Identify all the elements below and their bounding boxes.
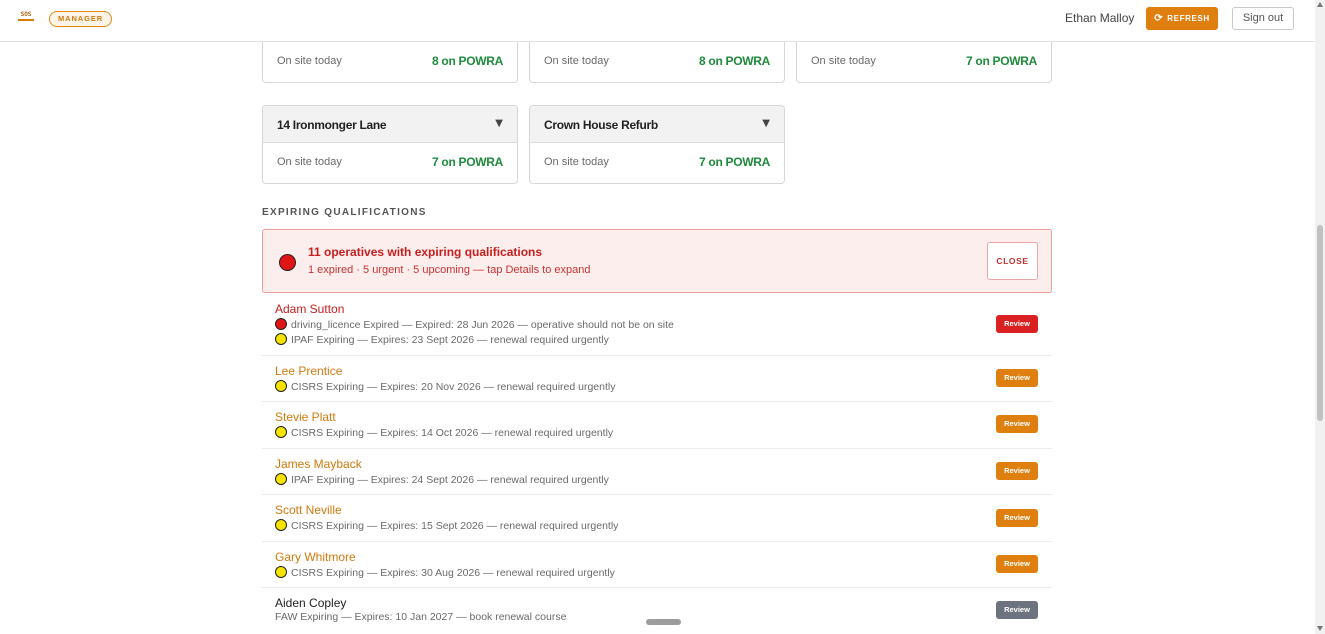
review-button[interactable]: Review <box>996 509 1038 527</box>
alert-subtitle: 1 expired · 5 urgent · 5 upcoming — tap … <box>308 264 591 276</box>
company-logo[interactable]: SOS <box>18 11 34 21</box>
scroll-down-arrow-icon[interactable] <box>1317 626 1323 631</box>
site-card-14-ironmonger-lane[interactable]: 14 Ironmonger Lane ▼ On site today 7 on … <box>262 105 518 184</box>
role-badge: MANAGER <box>49 11 113 27</box>
qualification-text: FAW Expiring — Expires: 10 Jan 2027 — bo… <box>275 611 567 623</box>
expiring-status-icon <box>275 519 287 531</box>
on-site-label: On site today <box>811 55 876 67</box>
qualification-line: IPAF Expiring — Expires: 24 Sept 2026 — … <box>275 473 609 486</box>
expiring-status-icon <box>275 566 287 578</box>
qualification-line: CISRS Expiring — Expires: 14 Oct 2026 — … <box>275 426 613 439</box>
qualification-line: driving_licence Expired — Expired: 28 Ju… <box>275 318 674 331</box>
refresh-icon: ⟳ <box>1154 13 1164 24</box>
top-bar: SOS MANAGER Ethan Malloy ⟳ REFRESH Sign o… <box>0 0 1315 42</box>
site-card-header[interactable]: 14 Ironmonger Lane ▼ <box>263 106 517 143</box>
qualification-text: IPAF Expiring — Expires: 23 Sept 2026 — … <box>291 334 609 346</box>
operative-row: Scott Neville CISRS Expiring — Expires: … <box>262 495 1052 542</box>
qualification-text: CISRS Expiring — Expires: 30 Aug 2026 — … <box>291 567 615 579</box>
expiring-status-icon <box>275 333 287 345</box>
operative-name[interactable]: Lee Prentice <box>275 364 342 378</box>
operative-name[interactable]: Stevie Platt <box>275 410 336 424</box>
powra-count: 8 on POWRA <box>699 54 770 68</box>
site-card-body: On site today 7 on POWRA <box>797 42 1051 82</box>
scrollbar-thumb[interactable] <box>1317 225 1323 421</box>
qualification-text: CISRS Expiring — Expires: 14 Oct 2026 — … <box>291 427 614 439</box>
expired-status-icon <box>279 254 296 271</box>
qualification-line: FAW Expiring — Expires: 10 Jan 2027 — bo… <box>275 611 566 623</box>
operative-name[interactable]: Aiden Copley <box>275 596 346 610</box>
site-card-title: 14 Ironmonger Lane <box>277 118 387 132</box>
refresh-button[interactable]: ⟳ REFRESH <box>1146 7 1218 30</box>
section-title-expiring-qualifications: EXPIRING QUALIFICATIONS <box>262 207 427 218</box>
page-scrollbar[interactable] <box>1315 0 1325 634</box>
operative-name[interactable]: Gary Whitmore <box>275 550 356 564</box>
powra-count: 7 on POWRA <box>966 54 1037 68</box>
operative-list: Adam Sutton driving_licence Expired — Ex… <box>262 295 1052 634</box>
expiring-status-icon <box>275 473 287 485</box>
review-button[interactable]: Review <box>996 601 1038 619</box>
on-site-label: On site today <box>277 55 342 67</box>
expand-caret-icon[interactable]: ▼ <box>495 118 503 129</box>
scroll-indicator-pill[interactable] <box>646 619 681 625</box>
expiring-alert-banner[interactable]: 11 operatives with expiring qualificatio… <box>262 229 1052 293</box>
logo-text: SOS <box>20 11 32 18</box>
operative-name[interactable]: James Mayback <box>275 457 362 471</box>
operative-name[interactable]: Scott Neville <box>275 503 342 517</box>
review-button[interactable]: Review <box>996 462 1038 480</box>
qualification-line: CISRS Expiring — Expires: 20 Nov 2026 — … <box>275 380 616 393</box>
qualification-text: driving_licence Expired — Expired: 28 Ju… <box>291 319 674 331</box>
expiring-status-icon <box>275 380 287 392</box>
logo-bar <box>18 19 34 21</box>
qualification-text: CISRS Expiring — Expires: 20 Nov 2026 — … <box>291 381 616 393</box>
review-button[interactable]: Review <box>996 415 1038 433</box>
expired-status-icon <box>275 318 287 330</box>
on-site-label: On site today <box>277 156 342 168</box>
review-button[interactable]: Review <box>996 315 1038 333</box>
expand-caret-icon[interactable]: ▼ <box>762 118 770 129</box>
on-site-label: On site today <box>544 55 609 67</box>
on-site-label: On site today <box>544 156 609 168</box>
qualification-line: CISRS Expiring — Expires: 30 Aug 2026 — … <box>275 566 615 579</box>
site-card-title: Crown House Refurb <box>544 118 658 132</box>
operative-row: James Mayback IPAF Expiring — Expires: 2… <box>262 449 1052 495</box>
powra-count: 8 on POWRA <box>432 54 503 68</box>
operative-name[interactable]: Adam Sutton <box>275 302 344 316</box>
alert-title: 11 operatives with expiring qualificatio… <box>308 245 543 259</box>
powra-count: 7 on POWRA <box>432 155 503 169</box>
operative-row: Adam Sutton driving_licence Expired — Ex… <box>262 295 1052 356</box>
qualification-text: CISRS Expiring — Expires: 15 Sept 2026 —… <box>291 520 619 532</box>
expiring-status-icon <box>275 426 287 438</box>
operative-row: Lee Prentice CISRS Expiring — Expires: 2… <box>262 356 1052 402</box>
scroll-up-arrow-icon[interactable] <box>1317 2 1323 7</box>
site-card-body: On site today 7 on POWRA <box>530 143 784 183</box>
user-name: Ethan Malloy <box>1065 11 1135 25</box>
site-card-crown-house-refurb[interactable]: Crown House Refurb ▼ On site today 7 on … <box>529 105 785 184</box>
sign-out-button[interactable]: Sign out <box>1232 7 1294 30</box>
qualification-line: IPAF Expiring — Expires: 23 Sept 2026 — … <box>275 333 609 346</box>
close-button[interactable]: CLOSE <box>987 242 1038 280</box>
operative-row: Stevie Platt CISRS Expiring — Expires: 1… <box>262 402 1052 449</box>
site-card-body: On site today 7 on POWRA <box>263 143 517 183</box>
operative-row: Aiden Copley FAW Expiring — Expires: 10 … <box>262 588 1052 634</box>
site-card-header[interactable]: Crown House Refurb ▼ <box>530 106 784 143</box>
qualification-line: CISRS Expiring — Expires: 15 Sept 2026 —… <box>275 519 618 532</box>
operative-row: Gary Whitmore CISRS Expiring — Expires: … <box>262 542 1052 588</box>
review-button[interactable]: Review <box>996 555 1038 573</box>
qualification-text: IPAF Expiring — Expires: 24 Sept 2026 — … <box>291 474 609 486</box>
site-card-body: On site today 8 on POWRA <box>263 42 517 82</box>
site-card-body: On site today 8 on POWRA <box>530 42 784 82</box>
refresh-label: REFRESH <box>1167 14 1210 23</box>
review-button[interactable]: Review <box>996 369 1038 387</box>
powra-count: 7 on POWRA <box>699 155 770 169</box>
